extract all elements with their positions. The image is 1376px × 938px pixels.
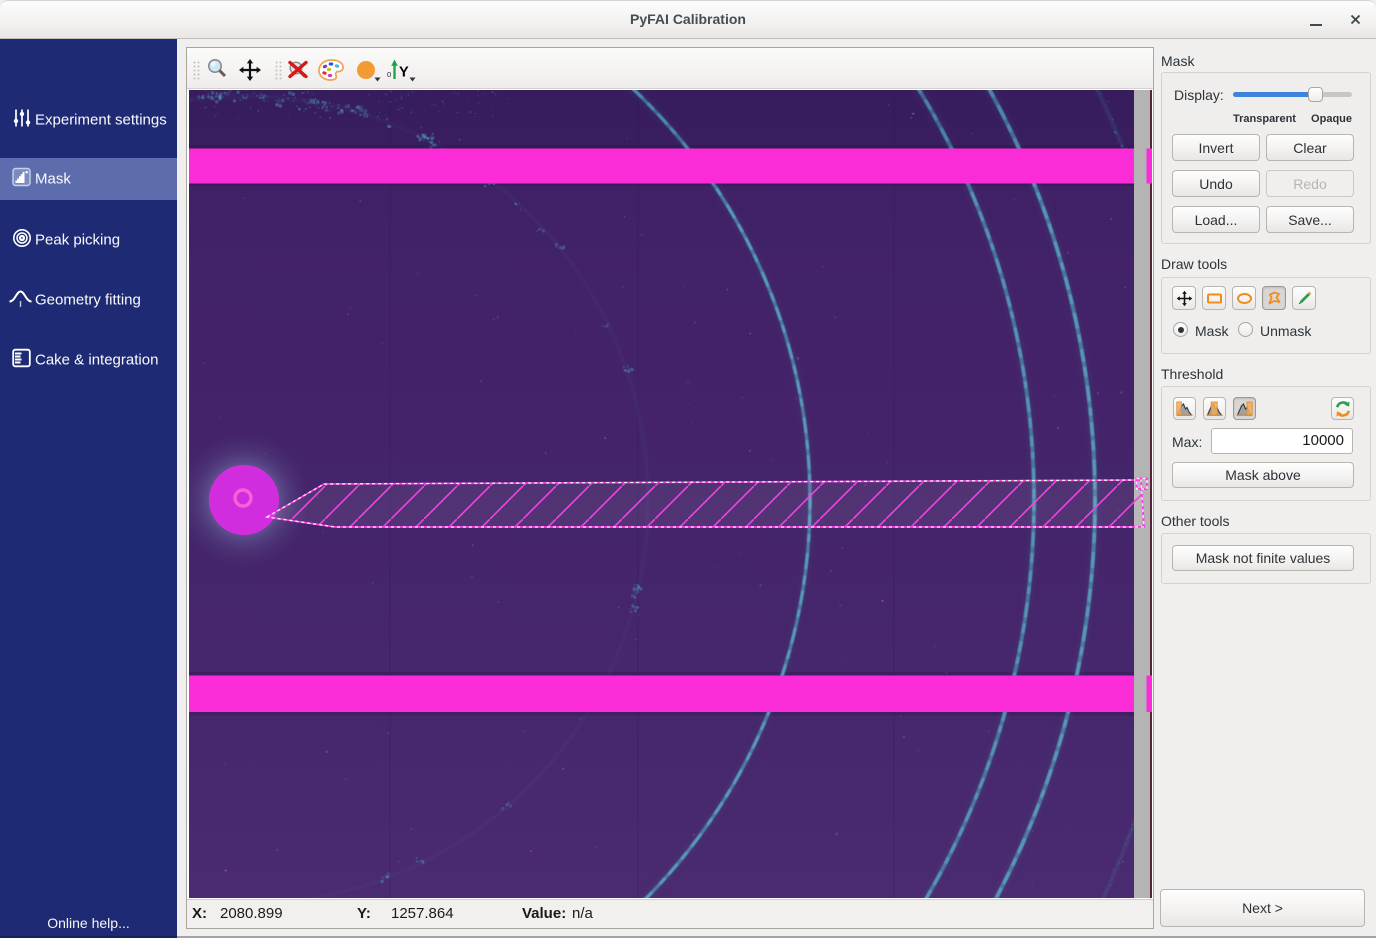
svg-text:Y: Y (399, 65, 409, 81)
svg-text:0: 0 (387, 70, 391, 79)
